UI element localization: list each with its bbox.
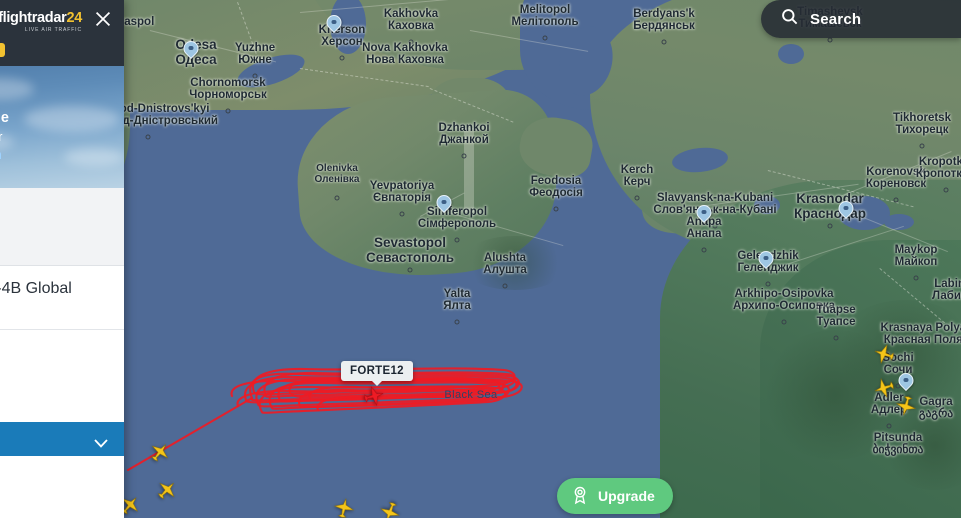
lagoon [778, 44, 804, 64]
aircraft-icon[interactable] [376, 498, 404, 518]
city-dot [461, 153, 467, 159]
city-dot [886, 423, 892, 429]
city-dot [833, 335, 839, 341]
city-dot [252, 73, 258, 79]
city-dot [827, 223, 833, 229]
airport-pin-odesa[interactable] [180, 37, 202, 62]
aircraft-type: Northrop Grumman RQ-4B Global Hawk [0, 266, 124, 330]
city-dot [781, 319, 787, 325]
jetphotos-link[interactable]: jetphotos.com [0, 148, 2, 162]
brand-number: 24 [66, 10, 82, 26]
search-label: Search [810, 10, 862, 28]
live-badge: LIVE [0, 43, 5, 57]
airport-pin-adler[interactable] [895, 369, 917, 394]
terrain-shading [460, 236, 570, 290]
photo-line2: If you want it to appear [0, 130, 3, 144]
flightradar24-logo: flightradar24 LIVE AIR TRAFFIC [0, 10, 82, 33]
city-dot [399, 211, 405, 217]
field-spacer [0, 513, 108, 518]
city-dot [919, 143, 925, 149]
city-dot [334, 195, 340, 201]
city-dot [225, 108, 231, 114]
aircraft-info-panel[interactable]: FORTE12 (USAF) flightradar24 LIVE AIR TR… [0, 0, 124, 518]
award-medal-icon [570, 485, 590, 508]
city-dot [408, 39, 414, 45]
field-spacer [0, 374, 108, 408]
airport-pin-simferopol[interactable] [433, 191, 455, 216]
upgrade-label: Upgrade [598, 488, 655, 504]
search-icon [780, 7, 799, 31]
city-dot [661, 39, 667, 45]
photo-title: Photo not available [0, 110, 9, 126]
city-label-en: Yalta [443, 288, 471, 300]
followers-row: Followed by 3,600 LIVE [0, 42, 110, 58]
aircraft-fields: COUNTRY OF REG. AGE [0, 330, 124, 422]
airport-pin-anapa[interactable] [693, 201, 715, 226]
flightradar24-app: Black Sea OdesaОдесаYuzhneЮжнеChornomors… [0, 0, 961, 518]
city-dot [893, 197, 899, 203]
city-dot [943, 187, 949, 193]
field-spacer [0, 342, 108, 372]
city-dot [407, 267, 413, 273]
city-dot [701, 247, 707, 253]
sea-label-black-sea: Black Sea [444, 389, 498, 401]
chevron-down-icon [94, 435, 108, 448]
aircraft-icon[interactable] [151, 474, 182, 505]
city-dot [454, 319, 460, 325]
airport-pin-krasnodar[interactable] [835, 197, 857, 222]
map-canvas[interactable]: Black Sea OdesaОдесаYuzhneЮжнеChornomors… [0, 0, 961, 518]
city-dot [827, 37, 833, 43]
city-dot [712, 223, 718, 229]
brand-tagline: LIVE AIR TRAFFIC [24, 27, 82, 33]
aircraft-icon[interactable] [145, 437, 176, 468]
city-label: Yalta Ялта [443, 288, 471, 313]
airport-pin-kherson[interactable] [323, 11, 345, 36]
city-dot [454, 237, 460, 243]
city-dot [765, 281, 771, 287]
city-dot [145, 134, 151, 140]
city-dot [542, 35, 548, 41]
city-dot [502, 283, 508, 289]
search-bar[interactable]: Search [761, 0, 961, 38]
city-dot [634, 195, 640, 201]
section-flight-highlights[interactable]: Flight highlights [0, 422, 124, 456]
close-icon[interactable] [92, 8, 114, 30]
road [464, 128, 474, 212]
flight-highlights-fields: VERTICAL SPEED TRACK 74° [0, 456, 124, 518]
city-dot [553, 206, 559, 212]
city-dot [913, 275, 919, 281]
registration-row: N/A [0, 188, 124, 266]
tracked-aircraft-icon[interactable] [360, 382, 387, 409]
aircraft-callout-label[interactable]: FORTE12 [341, 361, 413, 386]
aircraft-icon[interactable] [331, 495, 357, 518]
city-dot [339, 55, 345, 61]
panel-header: FORTE12 (USAF) flightradar24 LIVE AIR TR… [0, 0, 124, 66]
upgrade-button[interactable]: Upgrade [557, 478, 673, 514]
airport-pin-gelendzhik[interactable] [755, 247, 777, 272]
photo-placeholder: Photo not available If you want it to ap… [0, 66, 124, 188]
field-spacer [0, 469, 108, 503]
city-label-local: Ялта [443, 300, 471, 313]
brand-name: flightradar [0, 10, 67, 26]
